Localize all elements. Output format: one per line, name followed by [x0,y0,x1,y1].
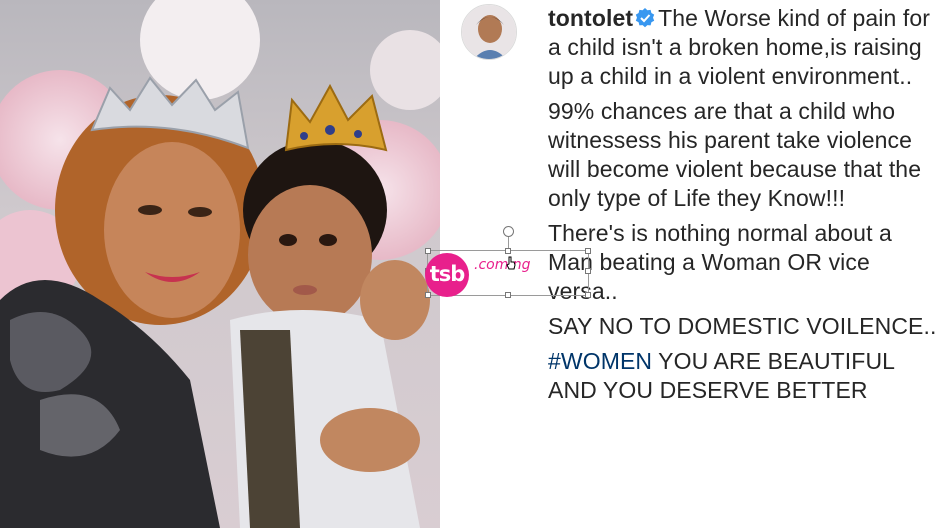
child-eye [279,234,297,246]
caption-paragraph-2: 99% chances are that a child who witness… [548,98,922,211]
woman-hand [320,408,420,472]
watermark-text: .com.ng [474,257,531,273]
resize-handle[interactable] [585,248,591,254]
post-caption: tontolet The Worse kind of pain for a chi… [548,4,940,411]
resize-handle[interactable] [505,292,511,298]
hand-cursor-icon [506,256,516,270]
woman-eye [138,205,162,215]
watermark-logo: tsb [425,253,469,297]
child-eye [319,234,337,246]
flower-shape [370,30,440,110]
verified-badge-icon [635,6,655,28]
child-mouth [293,285,317,295]
hashtag-link[interactable]: #WOMEN [548,348,652,374]
avatar[interactable] [461,4,517,60]
crown [284,83,388,152]
child-vest [240,330,300,528]
crown-jewel [300,132,308,140]
child-face [248,185,372,325]
caption-paragraph-4: SAY NO TO DOMESTIC VOILENCE.. [548,313,937,339]
caption-paragraph-1: tontolet The Worse kind of pain for a chi… [548,4,940,91]
post-photo[interactable] [0,0,440,528]
woman-face [104,142,240,318]
resize-handle[interactable] [585,292,591,298]
caption-paragraph-3: There's is nothing normal about a Man be… [548,220,892,304]
resize-handle[interactable] [425,292,431,298]
crown-jewel [354,130,362,138]
resize-handle[interactable] [505,248,511,254]
woman-eye [188,207,212,217]
crown-jewel [325,125,335,135]
resize-handle[interactable] [585,268,591,274]
woman-hand [360,260,430,340]
photo-illustration [0,0,440,528]
rotate-handle-icon[interactable] [503,226,514,237]
username-link[interactable]: tontolet [548,5,633,31]
caption-paragraph-5: #WOMEN YOU ARE BEAUTIFUL AND YOU DESERVE… [548,347,940,405]
resize-handle[interactable] [425,248,431,254]
avatar-image [462,5,516,59]
